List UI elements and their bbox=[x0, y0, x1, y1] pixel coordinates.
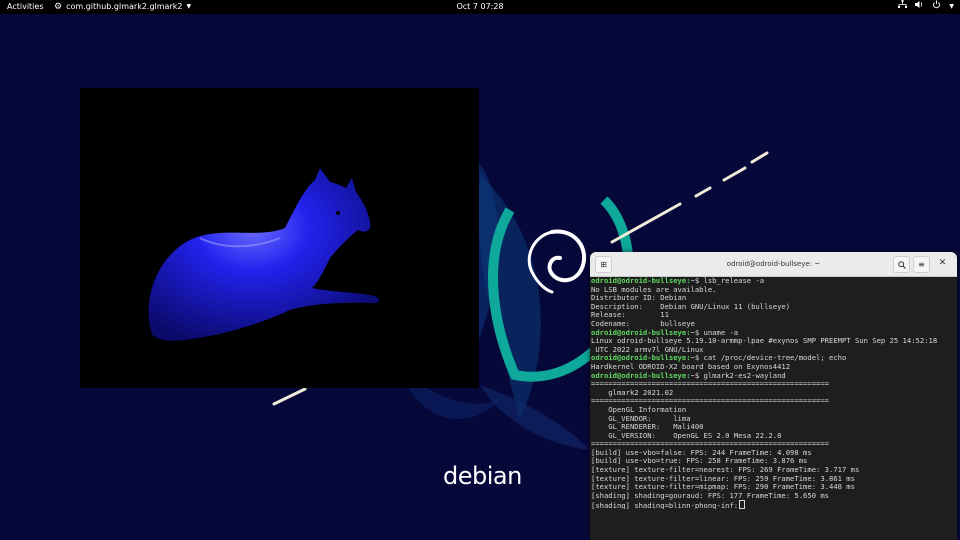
network-icon[interactable] bbox=[898, 0, 908, 14]
terminal-line: GL_RENDERER: Mali400 bbox=[591, 423, 956, 432]
terminal-output-text: Codename: bullseye bbox=[591, 319, 695, 328]
terminal-line: [shading] shading=gouraud: FPS: 177 Fram… bbox=[591, 492, 956, 501]
terminal-line: odroid@odroid-bullseye:~$ glmark2-es2-wa… bbox=[591, 372, 956, 381]
app-menu-button[interactable]: ⚙ com.github.glmark2.glmark2 ▼ bbox=[54, 0, 191, 14]
terminal-output-text: Distributor ID: Debian bbox=[591, 294, 687, 303]
terminal-output-text: ========================================… bbox=[591, 397, 829, 406]
top-bar: Activities ⚙ com.github.glmark2.glmark2 … bbox=[0, 0, 960, 14]
terminal-line: No LSB modules are available. bbox=[591, 286, 956, 295]
app-menu-label: com.github.glmark2.glmark2 bbox=[66, 2, 183, 11]
close-icon: ✕ bbox=[938, 258, 947, 268]
terminal-line: [build] use-vbo=false: FPS: 244 FrameTim… bbox=[591, 449, 956, 458]
terminal-output-text: [build] use-vbo=true: FPS: 258 FrameTime… bbox=[591, 457, 808, 466]
glmark2-window[interactable] bbox=[80, 88, 479, 388]
terminal-prompt: odroid@odroid-bullseye: bbox=[591, 277, 691, 285]
debian-logo-text: debian bbox=[443, 462, 522, 490]
terminal-output-text: [build] use-vbo=false: FPS: 244 FrameTim… bbox=[591, 448, 812, 457]
terminal-line: Codename: bullseye bbox=[591, 320, 956, 329]
terminal-command: ~$ cat /proc/device-tree/model; echo bbox=[690, 354, 847, 363]
terminal-line: glmark2 2021.02 bbox=[591, 389, 956, 398]
terminal-line: [shading] shading=blinn-phong-inf: bbox=[591, 500, 956, 510]
terminal-output-text: GL_RENDERER: Mali400 bbox=[591, 423, 704, 432]
system-tray[interactable]: ▼ bbox=[898, 0, 954, 14]
clock-button[interactable]: Oct 7 07:28 bbox=[456, 2, 503, 11]
rendered-cat-model bbox=[148, 168, 380, 341]
terminal-output-text: [shading] shading=gouraud: FPS: 177 Fram… bbox=[591, 491, 829, 500]
terminal-line: GL_VENDOR: lima bbox=[591, 415, 956, 424]
terminal-output-text: [shading] shading=blinn-phong-inf: bbox=[591, 501, 739, 510]
search-icon bbox=[897, 260, 906, 269]
terminal-line: ========================================… bbox=[591, 440, 956, 449]
terminal-output-text: Hardkernel ODROID-X2 board based on Exyn… bbox=[591, 362, 791, 371]
terminal-output-text: [texture] texture-filter=mipmap: FPS: 29… bbox=[591, 483, 855, 492]
terminal-line: Linux odroid-bullseye 5.19.10-armmp-lpae… bbox=[591, 337, 956, 346]
terminal-output-text: GL_VENDOR: lima bbox=[591, 414, 691, 423]
terminal-output-text: Release: 11 bbox=[591, 311, 669, 320]
terminal-command: ~$ glmark2-es2-wayland bbox=[690, 371, 786, 380]
terminal-line: ========================================… bbox=[591, 397, 956, 406]
terminal-prompt: odroid@odroid-bullseye: bbox=[591, 371, 691, 380]
terminal-output-text: ========================================… bbox=[591, 440, 829, 449]
terminal-line: OpenGL Information bbox=[591, 406, 956, 415]
terminal-line: GL_VERSION: OpenGL ES 2.0 Mesa 22.2.0 bbox=[591, 432, 956, 441]
terminal-line: Distributor ID: Debian bbox=[591, 294, 956, 303]
terminal-output-text: Linux odroid-bullseye 5.19.10-armmp-lpae… bbox=[591, 337, 938, 346]
terminal-line: odroid@odroid-bullseye:~$ cat /proc/devi… bbox=[591, 354, 956, 363]
terminal-cursor bbox=[739, 500, 746, 510]
chevron-down-icon[interactable]: ▼ bbox=[949, 0, 954, 14]
terminal-output-text: OpenGL Information bbox=[591, 405, 687, 414]
terminal-output-text: glmark2 2021.02 bbox=[591, 388, 674, 397]
terminal-line: Description: Debian GNU/Linux 11 (bullse… bbox=[591, 303, 956, 312]
terminal-output-text: ========================================… bbox=[591, 380, 829, 389]
terminal-window[interactable]: ⊞ odroid@odroid-bullseye: ~ ≡ ✕ odroid@o… bbox=[590, 252, 957, 540]
terminal-line: ========================================… bbox=[591, 380, 956, 389]
hamburger-icon: ≡ bbox=[918, 260, 925, 269]
terminal-output-text: UTC 2022 armv7l GNU/Linux bbox=[591, 345, 704, 354]
terminal-line: [texture] texture-filter=nearest: FPS: 2… bbox=[591, 466, 956, 475]
terminal-line: UTC 2022 armv7l GNU/Linux bbox=[591, 346, 956, 355]
activities-button[interactable]: Activities bbox=[7, 0, 44, 14]
close-button[interactable]: ✕ bbox=[935, 256, 950, 271]
terminal-command: ~$ uname -a bbox=[690, 328, 739, 337]
terminal-line: odroid@odroid-bullseye:~$ uname -a bbox=[591, 329, 956, 338]
terminal-output-text: [texture] texture-filter=linear: FPS: 25… bbox=[591, 474, 855, 483]
terminal-line: [texture] texture-filter=linear: FPS: 25… bbox=[591, 475, 956, 484]
terminal-headerbar[interactable]: ⊞ odroid@odroid-bullseye: ~ ≡ ✕ bbox=[590, 252, 957, 277]
terminal-line: Release: 11 bbox=[591, 311, 956, 320]
terminal-output[interactable]: odroid@odroid-bullseye:~$ lsb_release -a… bbox=[591, 277, 956, 540]
terminal-prompt: odroid@odroid-bullseye: bbox=[591, 354, 691, 363]
terminal-output-text: No LSB modules are available. bbox=[591, 285, 717, 294]
debian-swirl-logo bbox=[527, 229, 586, 294]
gear-icon: ⚙ bbox=[54, 2, 63, 12]
terminal-prompt: odroid@odroid-bullseye: bbox=[591, 328, 691, 337]
terminal-line: [texture] texture-filter=mipmap: FPS: 29… bbox=[591, 483, 956, 492]
search-button[interactable] bbox=[893, 256, 910, 273]
terminal-line: odroid@odroid-bullseye:~$ lsb_release -a bbox=[591, 277, 956, 286]
volume-icon[interactable] bbox=[915, 0, 924, 14]
terminal-line: Hardkernel ODROID-X2 board based on Exyn… bbox=[591, 363, 956, 372]
terminal-output-text: GL_VERSION: OpenGL ES 2.0 Mesa 22.2.0 bbox=[591, 431, 782, 440]
terminal-line: [build] use-vbo=true: FPS: 258 FrameTime… bbox=[591, 457, 956, 466]
chevron-down-icon: ▼ bbox=[186, 3, 192, 10]
menu-button[interactable]: ≡ bbox=[913, 256, 930, 273]
terminal-output-text: Description: Debian GNU/Linux 11 (bullse… bbox=[591, 302, 791, 311]
terminal-output-text: [texture] texture-filter=nearest: FPS: 2… bbox=[591, 466, 860, 475]
terminal-command: ~$ lsb_release -a bbox=[690, 277, 765, 285]
power-icon[interactable] bbox=[932, 0, 941, 14]
